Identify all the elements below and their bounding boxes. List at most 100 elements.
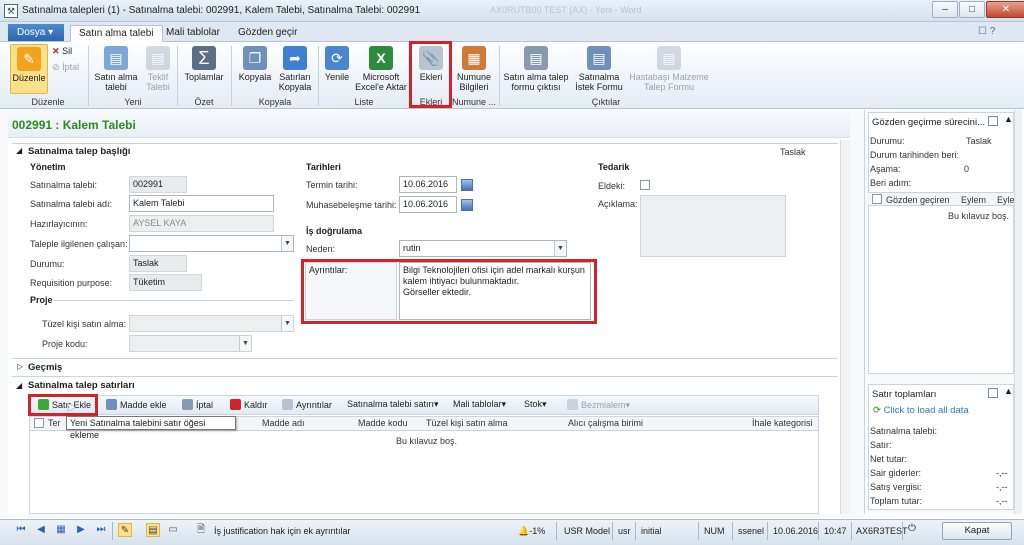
add-item-button[interactable]: Madde ekle [106,399,167,410]
edit-mode-icon[interactable]: ✎ [118,523,132,537]
review-column-header[interactable]: Gözden geçiren [886,195,950,205]
preparer-field: AYSEL KAYA [129,215,274,232]
column-header[interactable]: Madde adı [262,418,305,428]
line-details-button[interactable]: Ayrıntılar [282,399,332,410]
calendar-icon[interactable] [461,179,473,191]
tab-purchase-request[interactable]: Satın alma talebi [70,25,163,42]
due-date-field[interactable]: 10.06.2016 [399,176,457,193]
status-divider [902,522,903,540]
hospital-form-icon: ▤ [657,46,681,70]
expand-history-icon[interactable]: ▷ [17,362,23,371]
column-header[interactable]: Tüzel kişi satın alma [426,418,508,428]
request-name-field[interactable]: Kalem Talebi [129,195,274,212]
description-field [640,195,786,257]
collapse-header-icon[interactable]: ◢ [16,146,22,155]
review-column-header[interactable]: Eylem [961,195,986,205]
column-header[interactable]: Madde kodu [358,418,408,428]
bezmialem-menu[interactable]: Bezmialem▾ [567,399,630,411]
tab-review[interactable]: Gözden geçir [230,25,305,42]
edit-button[interactable]: ✎ Düzenle [10,44,48,94]
factbox-options-icon[interactable] [988,116,998,126]
form-view-icon[interactable]: ▤ [146,523,160,537]
purchase-request-button[interactable]: ▤ Satın alma talebi [92,44,140,96]
history-title[interactable]: Geçmiş [28,362,62,373]
cancel-line-button[interactable]: İptal [182,399,213,410]
totals-row-label: Net tutar: [870,454,908,464]
due-date-label: Termin tarihi: [306,180,358,190]
record-grid-icon[interactable]: ▦ [54,523,68,537]
collapse-factbox-icon[interactable]: ▲ [1004,114,1013,124]
app-icon: ⚒ [4,4,18,18]
delete-icon: ✕ [52,46,60,56]
status-divider [612,522,613,540]
cancel-icon [182,399,193,410]
tab-financials[interactable]: Mali tablolar [158,25,228,42]
grid-view-icon[interactable]: ▭ [166,523,180,537]
handling-employee-field[interactable]: ▼ [129,235,294,252]
handling-employee-label: Taleple ilgilenen çalışan: [30,239,128,249]
server-indicator: AX6R3TEST [856,526,908,536]
status-divider [732,522,733,540]
hospital-form-button[interactable]: ▤ Hastabaşı Malzeme Talep Formu [629,44,709,96]
collapse-lines-icon[interactable]: ◢ [16,381,22,390]
accounting-date-label: Muhasebeleşme tarihi: [306,200,397,210]
copy-lines-button[interactable]: ➦ Satırları Kopyala [276,44,314,96]
quote-request-button[interactable]: ▤ Teklif Talebi [142,44,174,96]
maximize-button[interactable]: □ [959,1,985,18]
time-indicator: 10:47 [824,526,847,536]
refresh-icon: ⟳ [325,46,349,70]
chevron-down-icon[interactable]: ▼ [554,241,566,256]
request-form-button[interactable]: ▤ Satınalma İstek Formu [573,44,625,96]
request-id-label: Satınalma talebi: [30,180,98,190]
form-icon: ▤ [587,46,611,70]
request-line-menu[interactable]: Satınalma talebi satırı▾ [347,399,439,410]
mouse-cursor-icon: ➤ [66,400,77,414]
notification-indicator[interactable]: 🔔-1% [518,526,545,537]
load-all-data-link[interactable]: ⟳ Click to load all data [873,405,969,416]
totals-button[interactable]: Σ Toplamlar [181,44,227,96]
calendar-icon[interactable] [461,199,473,211]
factbox-scrollbar[interactable] [1014,110,1022,514]
file-menu-button[interactable]: Dosya ▾ [8,24,64,41]
power-icon[interactable]: ⏻ [908,523,916,534]
factbox-options-icon[interactable] [988,388,998,398]
financials-menu[interactable]: Mali tablolar▾ [453,399,506,410]
chevron-down-icon[interactable]: ▼ [281,236,293,251]
group-edit-label: Düzenle [31,97,65,107]
initial-indicator: initial [641,526,662,536]
close-form-button[interactable]: Kapat [942,522,1012,540]
inventory-menu[interactable]: Stok▾ [524,399,547,410]
column-header[interactable]: Ter [48,418,61,428]
export-excel-button[interactable]: X Microsoft Excel'e Aktar [355,44,407,96]
column-header[interactable]: İhale kategorisi [752,418,813,428]
help-icon[interactable]: ☐ ? [978,26,995,37]
collapse-factbox-icon[interactable]: ▲ [1004,386,1013,396]
reason-field[interactable]: rutin ▼ [399,240,567,257]
last-record-icon[interactable]: ⏭ [94,523,108,537]
print-request-form-button[interactable]: ▤ Satın alma talep formu çıktısı [503,44,569,96]
review-column-header[interactable]: Eyle [997,195,1015,205]
previous-record-icon[interactable]: ◀ [34,523,48,537]
main-scrollbar[interactable] [840,140,850,514]
sample-info-button[interactable]: ▦ Numune Bilgileri [453,44,495,96]
close-window-button[interactable]: ✕ [986,1,1024,18]
accounting-date-field[interactable]: 10.06.2016 [399,196,457,213]
lines-section-title: Satınalma talep satırları [28,380,135,391]
select-all-checkbox[interactable] [34,418,44,428]
first-record-icon[interactable]: ⏮ [14,523,28,537]
chevron-down-icon: ▼ [281,316,293,331]
window-title: Satınalma talepleri (1) - Satınalma tale… [22,5,421,16]
next-record-icon[interactable]: ▶ [74,523,88,537]
cancel-button[interactable]: ⊘ İptal [52,62,79,73]
remove-line-button[interactable]: Kaldır [230,399,268,410]
add-line-tooltip: Yeni Satınalma talebini satır öğesi ekle… [66,416,236,440]
column-header[interactable]: Alıcı çalışma birimi [568,418,643,428]
preparer-label: Hazırlayıcının: [30,219,88,229]
minimize-button[interactable]: – [932,1,958,18]
copy-button[interactable]: ❐ Kopyala [235,44,275,96]
refresh-button[interactable]: ⟳ Yenile [322,44,352,96]
review-select-all-checkbox[interactable] [872,194,882,204]
date-indicator: 10.06.2016 [773,526,819,536]
on-hand-checkbox[interactable] [640,180,650,190]
delete-button[interactable]: ✕ Sil [52,46,72,57]
